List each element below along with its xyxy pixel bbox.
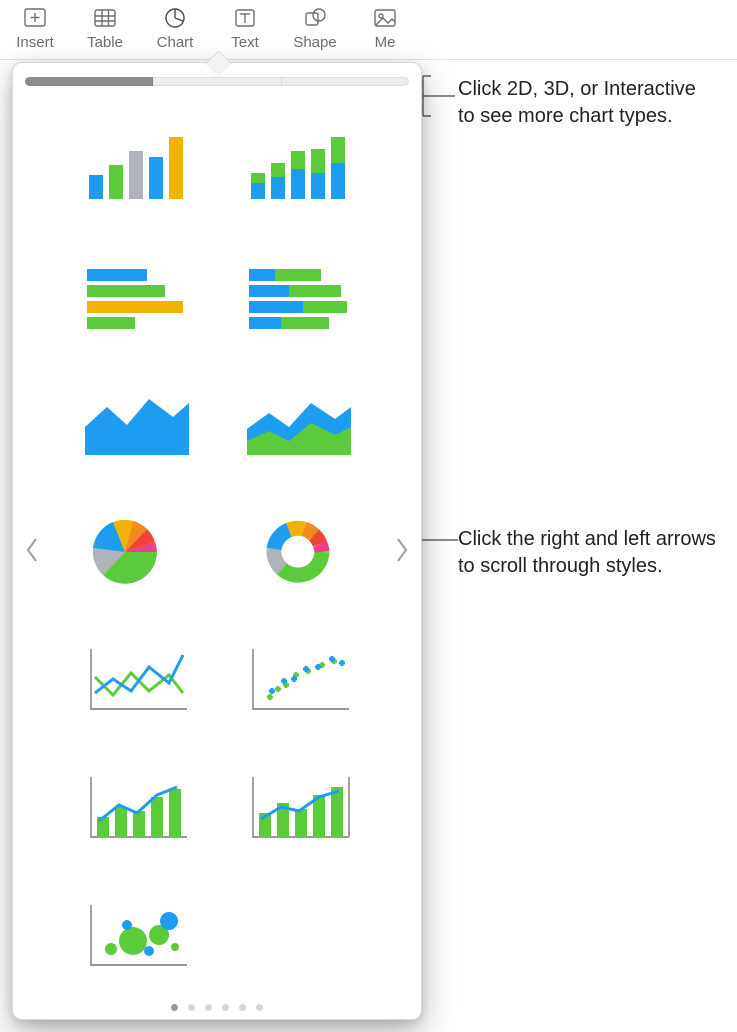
toolbar-shape[interactable]: Shape (280, 4, 350, 51)
chart-thumb-stacked-area[interactable] (219, 362, 377, 486)
text-icon (210, 4, 280, 32)
toolbar-label: Table (70, 34, 140, 51)
chart-thumb-hbar[interactable] (57, 234, 215, 358)
pager-dot[interactable] (222, 1004, 229, 1011)
callout-tabs: Click 2D, 3D, or Interactive to see more… (458, 76, 718, 130)
toolbar-label: Text (210, 34, 280, 51)
chart-thumb-combo-1[interactable] (57, 746, 215, 870)
chart-icon (140, 4, 210, 32)
tab-3d[interactable]: 3D (153, 77, 281, 86)
chart-type-tabs: 2D 3D Interactive (25, 77, 409, 86)
chart-popover: 2D 3D Interactive (12, 62, 422, 1020)
callout-arrows: Click the right and left arrows to scrol… (458, 526, 718, 580)
toolbar-text[interactable]: Text (210, 4, 280, 51)
chart-thumb-line[interactable] (57, 618, 215, 742)
insert-icon (0, 4, 70, 32)
toolbar: Insert Table Chart Text Shape Me (0, 0, 737, 60)
pager-dot[interactable] (171, 1004, 178, 1011)
table-icon (70, 4, 140, 32)
toolbar-label: Chart (140, 34, 210, 51)
toolbar-chart[interactable]: Chart (140, 4, 210, 51)
tab-2d[interactable]: 2D (25, 77, 153, 86)
chart-thumb-area[interactable] (57, 362, 215, 486)
chart-thumb-scatter[interactable] (219, 618, 377, 742)
pager-dot[interactable] (239, 1004, 246, 1011)
prev-style-button[interactable] (17, 527, 47, 573)
next-style-button[interactable] (387, 527, 417, 573)
toolbar-media[interactable]: Me (350, 4, 420, 51)
toolbar-table[interactable]: Table (70, 4, 140, 51)
shape-icon (280, 4, 350, 32)
toolbar-insert[interactable]: Insert (0, 4, 70, 51)
pager-dot[interactable] (256, 1004, 263, 1011)
style-pager (13, 1004, 421, 1019)
chart-thumb-bar[interactable] (57, 106, 215, 230)
chart-thumb-bubble[interactable] (57, 874, 215, 998)
chart-grid (13, 106, 421, 998)
toolbar-label: Me (350, 34, 420, 51)
media-icon (350, 4, 420, 32)
callout-connector (421, 74, 457, 118)
chart-thumb-combo-2[interactable] (219, 746, 377, 870)
toolbar-label: Insert (0, 34, 70, 51)
chart-thumb-pie[interactable] (57, 490, 215, 614)
chart-grid-area (13, 96, 421, 1004)
pager-dot[interactable] (205, 1004, 212, 1011)
pager-dot[interactable] (188, 1004, 195, 1011)
toolbar-label: Shape (280, 34, 350, 51)
chevron-right-icon (395, 537, 409, 563)
chart-thumb-donut[interactable] (219, 490, 377, 614)
chevron-left-icon (25, 537, 39, 563)
chart-thumb-stacked-bar[interactable] (219, 106, 377, 230)
tab-interactive[interactable]: Interactive (282, 77, 409, 86)
chart-thumb-hstacked-bar[interactable] (219, 234, 377, 358)
